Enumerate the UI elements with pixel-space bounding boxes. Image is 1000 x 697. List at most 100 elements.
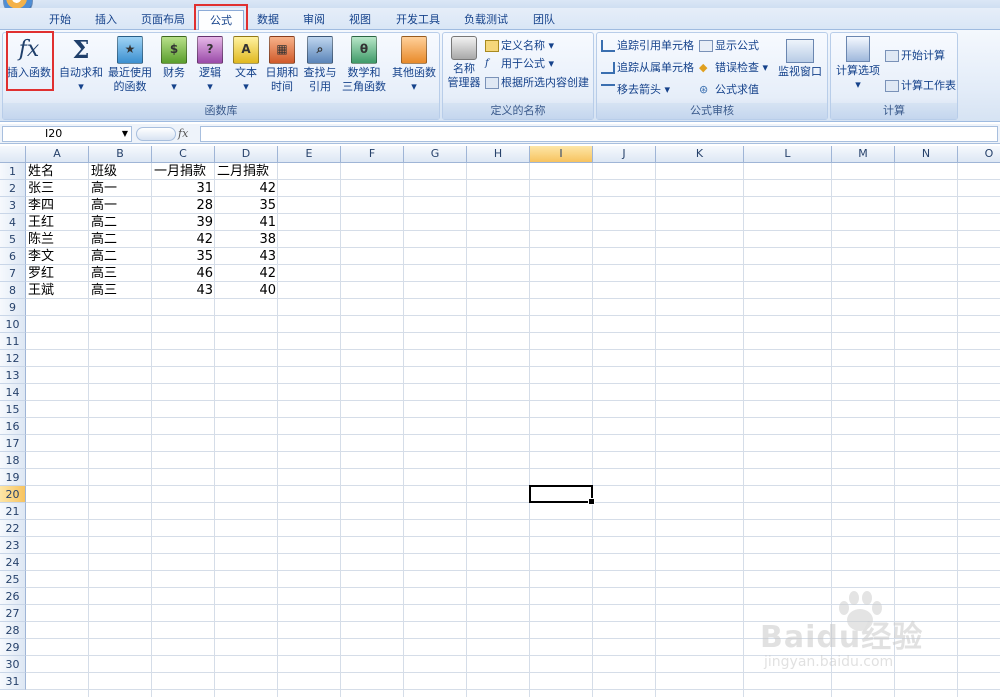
column-header-j[interactable]: J — [593, 146, 656, 163]
table-cell[interactable]: 罗红 — [26, 265, 89, 282]
row-header-31[interactable]: 31 — [0, 673, 26, 690]
row-header-8[interactable]: 8 — [0, 282, 26, 299]
column-header-g[interactable]: G — [404, 146, 467, 163]
use-in-formula-button[interactable]: f 用于公式 ▾ — [485, 55, 554, 73]
row-header-22[interactable]: 22 — [0, 520, 26, 537]
calculate-sheet-button[interactable]: 计算工作表 — [885, 77, 956, 95]
table-cell[interactable]: 李文 — [26, 248, 89, 265]
row-header-14[interactable]: 14 — [0, 384, 26, 401]
row-header-26[interactable]: 26 — [0, 588, 26, 605]
calculate-now-button[interactable]: 开始计算 — [885, 47, 945, 65]
column-header-i[interactable]: I — [530, 146, 593, 163]
row-header-23[interactable]: 23 — [0, 537, 26, 554]
row-header-6[interactable]: 6 — [0, 248, 26, 265]
select-all-corner[interactable] — [0, 146, 26, 163]
tab-insert[interactable]: 插入 — [84, 10, 128, 30]
table-cell[interactable]: 高三 — [89, 282, 152, 299]
remove-arrows-button[interactable]: 移去箭头 ▾ — [601, 81, 670, 99]
trace-precedents-button[interactable]: 追踪引用单元格 — [601, 37, 694, 55]
table-cell[interactable]: 31 — [152, 180, 215, 197]
row-header-12[interactable]: 12 — [0, 350, 26, 367]
row-header-20[interactable]: 20 — [0, 486, 26, 503]
column-header-o[interactable]: O — [958, 146, 1000, 163]
row-header-24[interactable]: 24 — [0, 554, 26, 571]
insert-function-fx-icon[interactable]: fx — [178, 127, 188, 140]
tab-page-layout[interactable]: 页面布局 — [132, 10, 194, 30]
tab-team[interactable]: 团队 — [524, 10, 564, 30]
table-cell[interactable]: 43 — [215, 248, 278, 265]
row-header-18[interactable]: 18 — [0, 452, 26, 469]
row-header-28[interactable]: 28 — [0, 622, 26, 639]
row-header-3[interactable]: 3 — [0, 197, 26, 214]
show-formulas-button[interactable]: 显示公式 — [699, 37, 759, 55]
column-header-b[interactable]: B — [89, 146, 152, 163]
tab-home[interactable]: 开始 — [38, 10, 82, 30]
lookup-reference-button[interactable]: ⌕ 查找与 引用 — [301, 36, 339, 94]
tab-load-test[interactable]: 负载测试 — [456, 10, 516, 30]
logical-button[interactable]: ? 逻辑 ▾ — [193, 36, 227, 94]
table-cell[interactable]: 李四 — [26, 197, 89, 214]
row-header-9[interactable]: 9 — [0, 299, 26, 316]
table-cell[interactable]: 43 — [152, 282, 215, 299]
row-header-4[interactable]: 4 — [0, 214, 26, 231]
name-manager-button[interactable]: 名称 管理器 — [445, 36, 483, 90]
table-cell[interactable]: 高二 — [89, 214, 152, 231]
more-functions-button[interactable]: 其他函数 ▾ — [389, 36, 439, 94]
table-cell[interactable]: 28 — [152, 197, 215, 214]
formula-input[interactable] — [200, 126, 998, 142]
row-header-2[interactable]: 2 — [0, 180, 26, 197]
row-header-7[interactable]: 7 — [0, 265, 26, 282]
table-cell[interactable]: 高二 — [89, 248, 152, 265]
table-cell[interactable]: 35 — [152, 248, 215, 265]
row-header-25[interactable]: 25 — [0, 571, 26, 588]
column-header-a[interactable]: A — [26, 146, 89, 163]
table-cell[interactable]: 35 — [215, 197, 278, 214]
row-header-5[interactable]: 5 — [0, 231, 26, 248]
financial-button[interactable]: $ 财务 ▾ — [157, 36, 191, 94]
chevron-down-icon[interactable]: ▼ — [122, 127, 128, 141]
column-header-c[interactable]: C — [152, 146, 215, 163]
table-cell[interactable]: 高一 — [89, 197, 152, 214]
define-name-button[interactable]: 定义名称 ▾ — [485, 37, 554, 55]
row-header-13[interactable]: 13 — [0, 367, 26, 384]
text-button[interactable]: A 文本 ▾ — [229, 36, 263, 94]
name-box[interactable]: I20 ▼ — [2, 126, 132, 142]
row-header-11[interactable]: 11 — [0, 333, 26, 350]
column-header-l[interactable]: L — [744, 146, 832, 163]
row-header-17[interactable]: 17 — [0, 435, 26, 452]
error-checking-button[interactable]: ◆ 错误检查 ▾ — [699, 59, 768, 77]
table-cell[interactable]: 高三 — [89, 265, 152, 282]
column-header-m[interactable]: M — [832, 146, 895, 163]
row-header-21[interactable]: 21 — [0, 503, 26, 520]
table-cell[interactable]: 46 — [152, 265, 215, 282]
table-cell[interactable]: 41 — [215, 214, 278, 231]
row-header-29[interactable]: 29 — [0, 639, 26, 656]
tab-view[interactable]: 视图 — [340, 10, 380, 30]
recent-functions-button[interactable]: ★ 最近使用 的函数 — [105, 36, 155, 94]
table-cell[interactable]: 38 — [215, 231, 278, 248]
column-header-d[interactable]: D — [215, 146, 278, 163]
table-cell[interactable]: 42 — [152, 231, 215, 248]
column-header-h[interactable]: H — [467, 146, 530, 163]
table-header-cell[interactable]: 班级 — [89, 163, 152, 180]
table-cell[interactable]: 高二 — [89, 231, 152, 248]
table-header-cell[interactable]: 二月捐款 — [215, 163, 278, 180]
datetime-button[interactable]: ▦ 日期和 时间 — [263, 36, 301, 94]
tab-review[interactable]: 审阅 — [294, 10, 334, 30]
row-header-16[interactable]: 16 — [0, 418, 26, 435]
calculation-options-button[interactable]: 计算选项 ▾ — [833, 36, 883, 92]
create-from-selection-button[interactable]: 根据所选内容创建 — [485, 74, 589, 92]
row-header-10[interactable]: 10 — [0, 316, 26, 333]
table-cell[interactable]: 王斌 — [26, 282, 89, 299]
active-cell-selection[interactable] — [529, 485, 595, 505]
table-header-cell[interactable]: 一月捐款 — [152, 163, 215, 180]
table-cell[interactable]: 王红 — [26, 214, 89, 231]
table-cell[interactable]: 高一 — [89, 180, 152, 197]
column-header-n[interactable]: N — [895, 146, 958, 163]
tab-data[interactable]: 数据 — [248, 10, 288, 30]
row-header-27[interactable]: 27 — [0, 605, 26, 622]
table-cell[interactable]: 39 — [152, 214, 215, 231]
math-trig-button[interactable]: θ 数学和 三角函数 — [339, 36, 389, 94]
column-header-k[interactable]: K — [656, 146, 744, 163]
table-cell[interactable]: 40 — [215, 282, 278, 299]
